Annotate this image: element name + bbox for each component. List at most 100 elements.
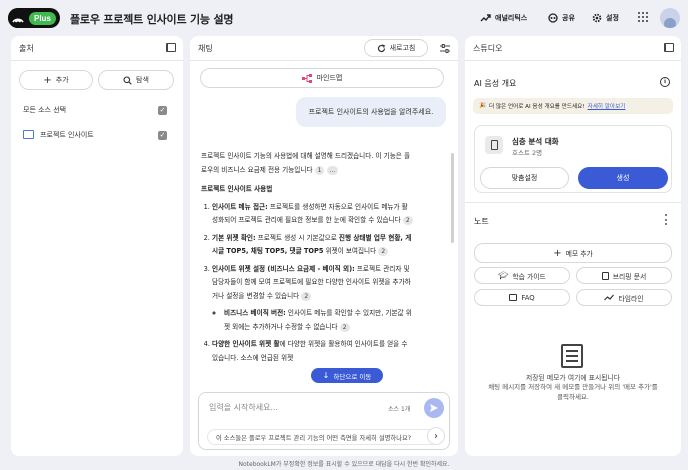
faq-button[interactable]: FAQ: [474, 289, 570, 306]
chat-input[interactable]: 입력을 시작하세요...: [209, 402, 278, 413]
add-source-button[interactable]: + 추가: [19, 70, 93, 90]
timeline-button[interactable]: 타임라인: [576, 289, 672, 306]
party-icon: 🎉: [479, 103, 486, 109]
explore-button[interactable]: 탐색: [98, 70, 174, 90]
audio-overview-card: 심층 분석 대화 호스트 2명 맞춤설정 생성: [474, 125, 672, 193]
chevron-right-icon[interactable]: ›: [427, 427, 445, 445]
add-note-button[interactable]: + 메모 추가: [474, 243, 672, 263]
send-icon: [430, 404, 438, 412]
mindmap-icon: [301, 73, 312, 83]
chat-panel: 채팅 새로고침 마인드맵 프로젝트 인사이트의 사용법을 알려주세요. 프로젝트…: [190, 36, 458, 456]
share-button[interactable]: 공유: [548, 9, 575, 27]
source-count: 소스 1개: [388, 406, 411, 413]
empty-notes-title: 저장된 메모가 여기에 표시됩니다: [525, 374, 621, 382]
assistant-answer: 프로젝트 인사이트 기능의 사용법에 대해 설명해 드리겠습니다. 이 기능은 …: [201, 150, 413, 365]
language-banner-text: 더 많은 언어로 AI 음성 개요를 만드세요!: [488, 104, 585, 110]
audio-doc-icon: [485, 136, 503, 154]
share-label: 공유: [562, 14, 575, 22]
generate-button[interactable]: 생성: [578, 167, 668, 189]
trend-icon: [480, 14, 491, 22]
list-item: 기본 위젯 확인: 프로젝트 생성 시 기본값으로 진행 상태별 업무 현황, …: [212, 232, 413, 259]
divider: [465, 60, 681, 61]
mindmap-button[interactable]: 마인드맵: [200, 68, 444, 88]
user-avatar[interactable]: [660, 8, 680, 28]
apps-grid-icon[interactable]: [638, 12, 648, 22]
source-item-checkbox[interactable]: ✓: [158, 131, 167, 140]
search-sparkle-icon: [123, 75, 132, 85]
add-source-label: 추가: [55, 76, 69, 84]
explore-label: 탐색: [136, 76, 149, 84]
send-button[interactable]: [424, 398, 444, 418]
notebooklm-logo[interactable]: Plus: [8, 8, 60, 28]
audio-card-title: 심층 분석 대화: [512, 137, 559, 146]
suggested-question[interactable]: 이 소스들은 플로우 프로젝트 관리 기능의 어떤 측면을 자세히 설명하나요?: [207, 429, 439, 445]
select-all-checkbox[interactable]: ✓: [158, 106, 167, 115]
notebook-title[interactable]: 플로우 프로젝트 인사이트 기능 설명: [70, 11, 234, 27]
more-citations-chip[interactable]: ...: [326, 165, 339, 175]
more-options-icon[interactable]: [665, 214, 668, 225]
sources-panel: 출처 + 추가 탐색 모든 소스 선택 ✓ 프로젝트 인사이트 ✓: [11, 36, 183, 456]
note-placeholder-icon: [561, 344, 583, 368]
briefing-doc-button[interactable]: 브리핑 문서: [576, 267, 672, 284]
collapse-panel-icon[interactable]: [664, 43, 674, 52]
studio-title: 스튜디오: [473, 44, 503, 53]
sub-list: 비즈니스 베이직 버전: 인사이트 메뉴를 확인할 수 있지만, 기본값 위젯 …: [224, 307, 413, 334]
list-item: 인사이트 위젯 설정 (비즈니스 요금제 - 베이직 외): 프로젝트 관리자 …: [212, 263, 413, 335]
logo-icon: [8, 8, 28, 28]
chat-title: 채팅: [198, 44, 213, 53]
add-note-label: 메모 추가: [565, 250, 593, 258]
analytics-button[interactable]: 애널리틱스: [480, 9, 527, 27]
faq-icon: [509, 294, 518, 301]
document-icon: [601, 271, 609, 280]
settings-button[interactable]: 설정: [592, 9, 619, 27]
info-icon[interactable]: i: [660, 77, 670, 87]
chat-scrollbar[interactable]: [451, 153, 454, 243]
plus-icon: +: [553, 247, 562, 259]
citation-chip[interactable]: 2: [402, 216, 413, 225]
empty-notes-description: 채팅 메시지를 저장하여 새 메모를 만들거나 위의 '메모 추가'를 클릭하세…: [488, 383, 658, 401]
gear-icon: [592, 13, 602, 23]
language-banner: 🎉 더 많은 언어로 AI 음성 개요를 만드세요! 자세히 알아보기: [473, 98, 673, 114]
learn-more-link[interactable]: 자세히 알아보기: [588, 102, 626, 110]
answer-heading: 프로젝트 인사이트 사용법: [201, 185, 273, 193]
chat-messages: 마인드맵 프로젝트 인사이트의 사용법을 알려주세요. 프로젝트 인사이트 기능…: [196, 66, 450, 386]
share-icon: [548, 13, 558, 23]
sources-title: 출처: [19, 44, 34, 53]
list-item: 인사이트 메뉴 접근: 프로젝트를 생성하면 자동으로 인사이트 메뉴가 활성화…: [212, 201, 413, 228]
settings-label: 설정: [606, 14, 619, 22]
studio-panel: 스튜디오 AI 음성 개요 i 🎉 더 많은 언어로 AI 음성 개요를 만드세…: [465, 36, 681, 456]
audio-card-subtitle: 호스트 2명: [512, 149, 543, 157]
tune-icon[interactable]: [440, 44, 450, 53]
audio-overview-title: AI 음성 개요: [474, 79, 517, 88]
answer-intro: 프로젝트 인사이트 기능의 사용법에 대해 설명해 드리겠습니다. 이 기능은 …: [201, 152, 411, 175]
plus-icon: +: [43, 74, 52, 86]
refresh-label: 새로고침: [389, 44, 416, 52]
analytics-label: 애널리틱스: [495, 14, 528, 22]
refresh-button[interactable]: 새로고침: [364, 39, 428, 57]
arrow-down-icon: ↓: [322, 371, 330, 380]
timeline-icon: [604, 294, 615, 301]
citation-chip[interactable]: 2: [339, 322, 350, 332]
top-bar: Plus 플로우 프로젝트 인사이트 기능 설명 애널리틱스 공유 설정: [0, 0, 688, 36]
study-guide-button[interactable]: 🎓︎ 학습 가이드: [474, 267, 570, 284]
scroll-to-bottom-button[interactable]: ↓ 하단으로 이동: [311, 368, 383, 383]
refresh-icon: [377, 43, 385, 52]
user-message: 프로젝트 인사이트의 사용법을 알려주세요.: [296, 97, 446, 127]
faq-label: FAQ: [521, 293, 535, 302]
timeline-label: 타임라인: [618, 294, 644, 303]
sub-list-item: 비즈니스 베이직 버전: 인사이트 메뉴를 확인할 수 있지만, 기본값 위젯 …: [224, 307, 413, 334]
select-all-label: 모든 소스 선택: [23, 106, 67, 114]
graduation-cap-icon: 🎓︎: [498, 271, 509, 280]
source-item-label[interactable]: 프로젝트 인사이트: [40, 130, 94, 140]
customize-button[interactable]: 맞춤설정: [480, 167, 569, 189]
document-icon: [23, 130, 34, 139]
collapse-panel-icon[interactable]: [166, 43, 176, 52]
scroll-to-bottom-label: 하단으로 이동: [333, 372, 372, 381]
citation-chip[interactable]: 2: [378, 247, 389, 256]
citation-chip[interactable]: 1: [314, 165, 325, 175]
briefing-doc-label: 브리핑 문서: [612, 272, 647, 281]
study-guide-label: 학습 가이드: [512, 272, 546, 281]
chat-composer: 입력을 시작하세요... 소스 1개 이 소스들은 플로우 프로젝트 관리 기능…: [198, 392, 450, 450]
citation-chip[interactable]: 2: [301, 291, 312, 301]
list-item: 다양한 인사이트 위젯 활에 다양한 위젯을 활용하여 인사이트를 얻을 수 있…: [212, 338, 413, 365]
